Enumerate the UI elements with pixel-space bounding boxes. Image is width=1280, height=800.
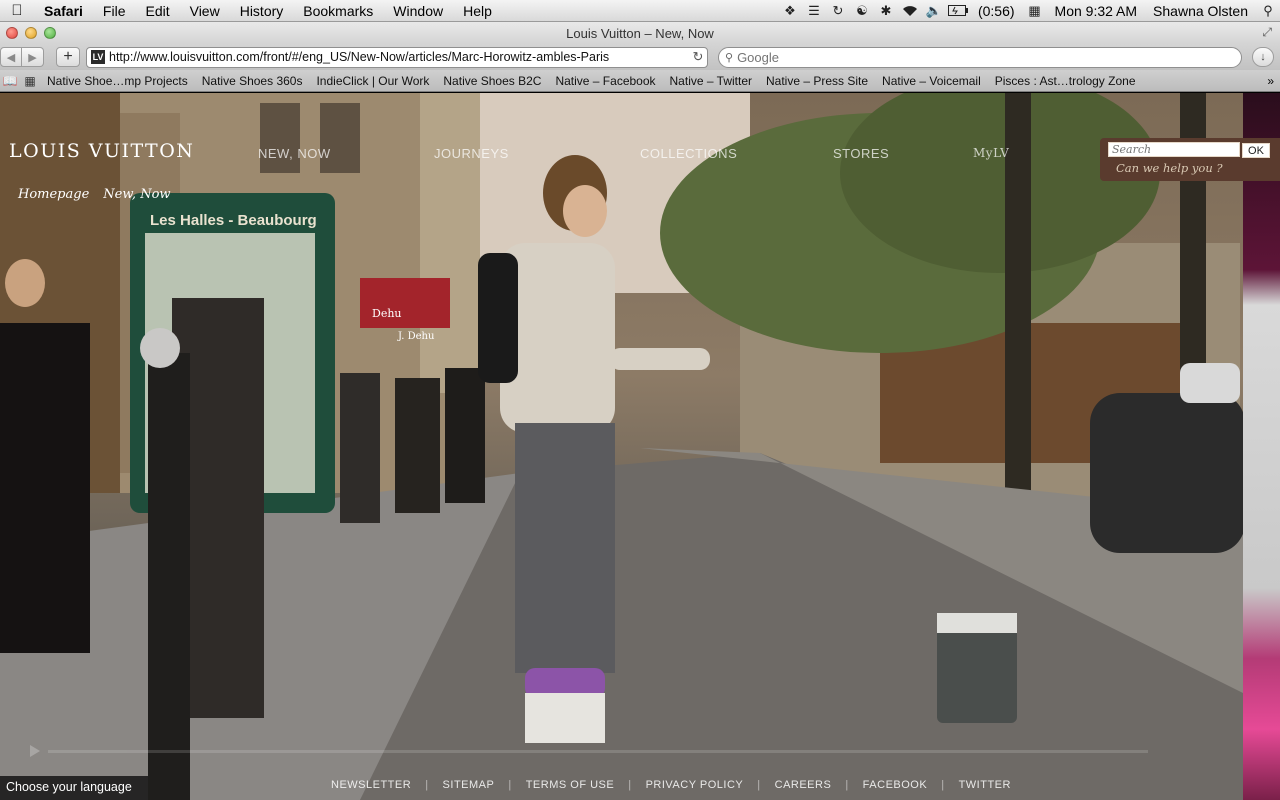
- wifi-icon[interactable]: [898, 0, 922, 22]
- bookmark-item[interactable]: Native – Twitter: [663, 74, 759, 88]
- reload-icon[interactable]: ↻: [689, 49, 707, 65]
- menu-bar:  Safari File Edit View History Bookmark…: [0, 0, 1280, 22]
- top-sites-icon[interactable]: ▦: [20, 74, 40, 88]
- shop-sign: J. Dehu: [397, 331, 435, 342]
- site-search-panel: Can we help you ?: [1100, 138, 1243, 181]
- menu-view[interactable]: View: [180, 3, 230, 19]
- search-field[interactable]: ⚲: [718, 46, 1242, 68]
- dropbox-icon[interactable]: ❖: [778, 0, 802, 22]
- video-background: Les Halles - Beaubourg Dehu J. Dehu: [0, 93, 1243, 800]
- calendar-icon[interactable]: ▦: [1023, 0, 1047, 22]
- search-icon: ⚲: [725, 51, 734, 64]
- zoom-window-button[interactable]: [44, 27, 56, 39]
- menu-file[interactable]: File: [93, 3, 136, 19]
- battery-icon[interactable]: [946, 0, 970, 22]
- footer-careers[interactable]: CAREERS: [761, 779, 846, 791]
- apple-menu-icon[interactable]: : [0, 2, 34, 19]
- louis-vuitton-logo[interactable]: LOUIS VUITTON: [9, 140, 194, 162]
- footer-twitter[interactable]: TWITTER: [945, 779, 1025, 791]
- site-search-ok-button[interactable]: OK: [1242, 143, 1270, 158]
- bookmark-item[interactable]: Native – Voicemail: [875, 74, 988, 88]
- window-titlebar: Louis Vuitton – New, Now ⤢: [0, 22, 1280, 44]
- nav-new-now[interactable]: NEW, NOW: [258, 146, 331, 161]
- forward-button[interactable]: ▶: [22, 47, 44, 67]
- metro-sign-label: Les Halles - Beaubourg: [150, 212, 317, 229]
- menu-edit[interactable]: Edit: [135, 3, 179, 19]
- minimize-window-button[interactable]: [25, 27, 37, 39]
- bluetooth-icon[interactable]: ✱: [874, 0, 898, 22]
- growl-icon[interactable]: ☰: [802, 0, 826, 22]
- add-bookmark-button[interactable]: +: [56, 47, 80, 67]
- site-favicon-icon: LV: [91, 50, 105, 64]
- footer-facebook[interactable]: FACEBOOK: [849, 779, 942, 791]
- site-search-input[interactable]: [1108, 142, 1240, 157]
- address-bar[interactable]: LV http://www.louisvuitton.com/front/#/e…: [86, 46, 708, 68]
- bookmarks-bar: 📖 ▦ Native Shoe…mp Projects Native Shoes…: [0, 70, 1280, 92]
- breadcrumb-new-now[interactable]: New, Now: [103, 187, 170, 202]
- browser-toolbar: ◀ ▶ + LV http://www.louisvuitton.com/fro…: [0, 44, 1280, 70]
- fullscreen-icon[interactable]: ⤢: [1262, 25, 1272, 40]
- nav-buttons: ◀ ▶: [0, 47, 44, 67]
- window-title: Louis Vuitton – New, Now: [566, 25, 714, 41]
- close-window-button[interactable]: [6, 27, 18, 39]
- more-bookmarks-icon[interactable]: »: [1267, 74, 1280, 88]
- time-machine-icon[interactable]: ↻: [826, 0, 850, 22]
- bookmark-item[interactable]: IndieClick | Our Work: [309, 74, 436, 88]
- bookmark-item[interactable]: Pisces : Ast…trology Zone: [988, 74, 1143, 88]
- shop-sign: Dehu: [372, 307, 402, 320]
- bookmark-item[interactable]: Native Shoe…mp Projects: [40, 74, 195, 88]
- adjacent-window-edge: [1243, 93, 1280, 800]
- play-icon[interactable]: [30, 745, 40, 757]
- language-selector[interactable]: Choose your language: [0, 776, 148, 800]
- menu-history[interactable]: History: [230, 3, 294, 19]
- search-input[interactable]: [737, 49, 1218, 65]
- bookmark-item[interactable]: Native – Facebook: [548, 74, 662, 88]
- bookmark-item[interactable]: Native Shoes B2C: [436, 74, 548, 88]
- video-progress-bar[interactable]: [48, 750, 1148, 753]
- spotlight-search-icon[interactable]: ⚲: [1256, 0, 1280, 22]
- footer-sitemap[interactable]: SITEMAP: [429, 779, 509, 791]
- footer-newsletter[interactable]: NEWSLETTER: [331, 779, 425, 791]
- window-controls: [6, 27, 56, 39]
- bookmark-item[interactable]: Native – Press Site: [759, 74, 875, 88]
- menu-clock[interactable]: Mon 9:32 AM: [1047, 3, 1146, 19]
- footer-privacy[interactable]: PRIVACY POLICY: [632, 779, 758, 791]
- menu-help[interactable]: Help: [453, 3, 502, 19]
- menu-user[interactable]: Shawna Olsten: [1145, 3, 1256, 19]
- nav-journeys[interactable]: JOURNEYS: [434, 146, 509, 161]
- back-button[interactable]: ◀: [0, 47, 22, 67]
- footer-links: NEWSLETTER | SITEMAP | TERMS OF USE | PR…: [331, 779, 1025, 791]
- breadcrumb-homepage[interactable]: Homepage: [18, 187, 89, 202]
- help-link[interactable]: Can we help you ?: [1108, 161, 1237, 175]
- web-page: Les Halles - Beaubourg Dehu J. Dehu LOUI…: [0, 93, 1280, 800]
- video-controls: [30, 745, 1220, 759]
- bookmark-item[interactable]: Native Shoes 360s: [195, 74, 310, 88]
- nav-collections[interactable]: COLLECTIONS: [640, 146, 737, 161]
- menu-window[interactable]: Window: [383, 3, 453, 19]
- menu-bookmarks[interactable]: Bookmarks: [293, 3, 383, 19]
- sync-icon[interactable]: ☯: [850, 0, 874, 22]
- street-scene-image: Les Halles - Beaubourg Dehu J. Dehu: [0, 93, 1243, 800]
- address-url[interactable]: http://www.louisvuitton.com/front/#/eng_…: [109, 50, 689, 64]
- battery-time: (0:56): [977, 2, 1015, 19]
- footer-terms[interactable]: TERMS OF USE: [512, 779, 629, 791]
- volume-icon[interactable]: 🔈: [922, 0, 946, 22]
- downloads-icon[interactable]: ↓: [1252, 47, 1274, 67]
- reading-list-icon[interactable]: 📖: [0, 74, 20, 88]
- breadcrumb: Homepage New, Now: [18, 187, 171, 202]
- my-lv-link[interactable]: MyLV: [973, 146, 1009, 160]
- nav-stores[interactable]: STORES: [833, 146, 889, 161]
- menu-app-safari[interactable]: Safari: [34, 3, 93, 19]
